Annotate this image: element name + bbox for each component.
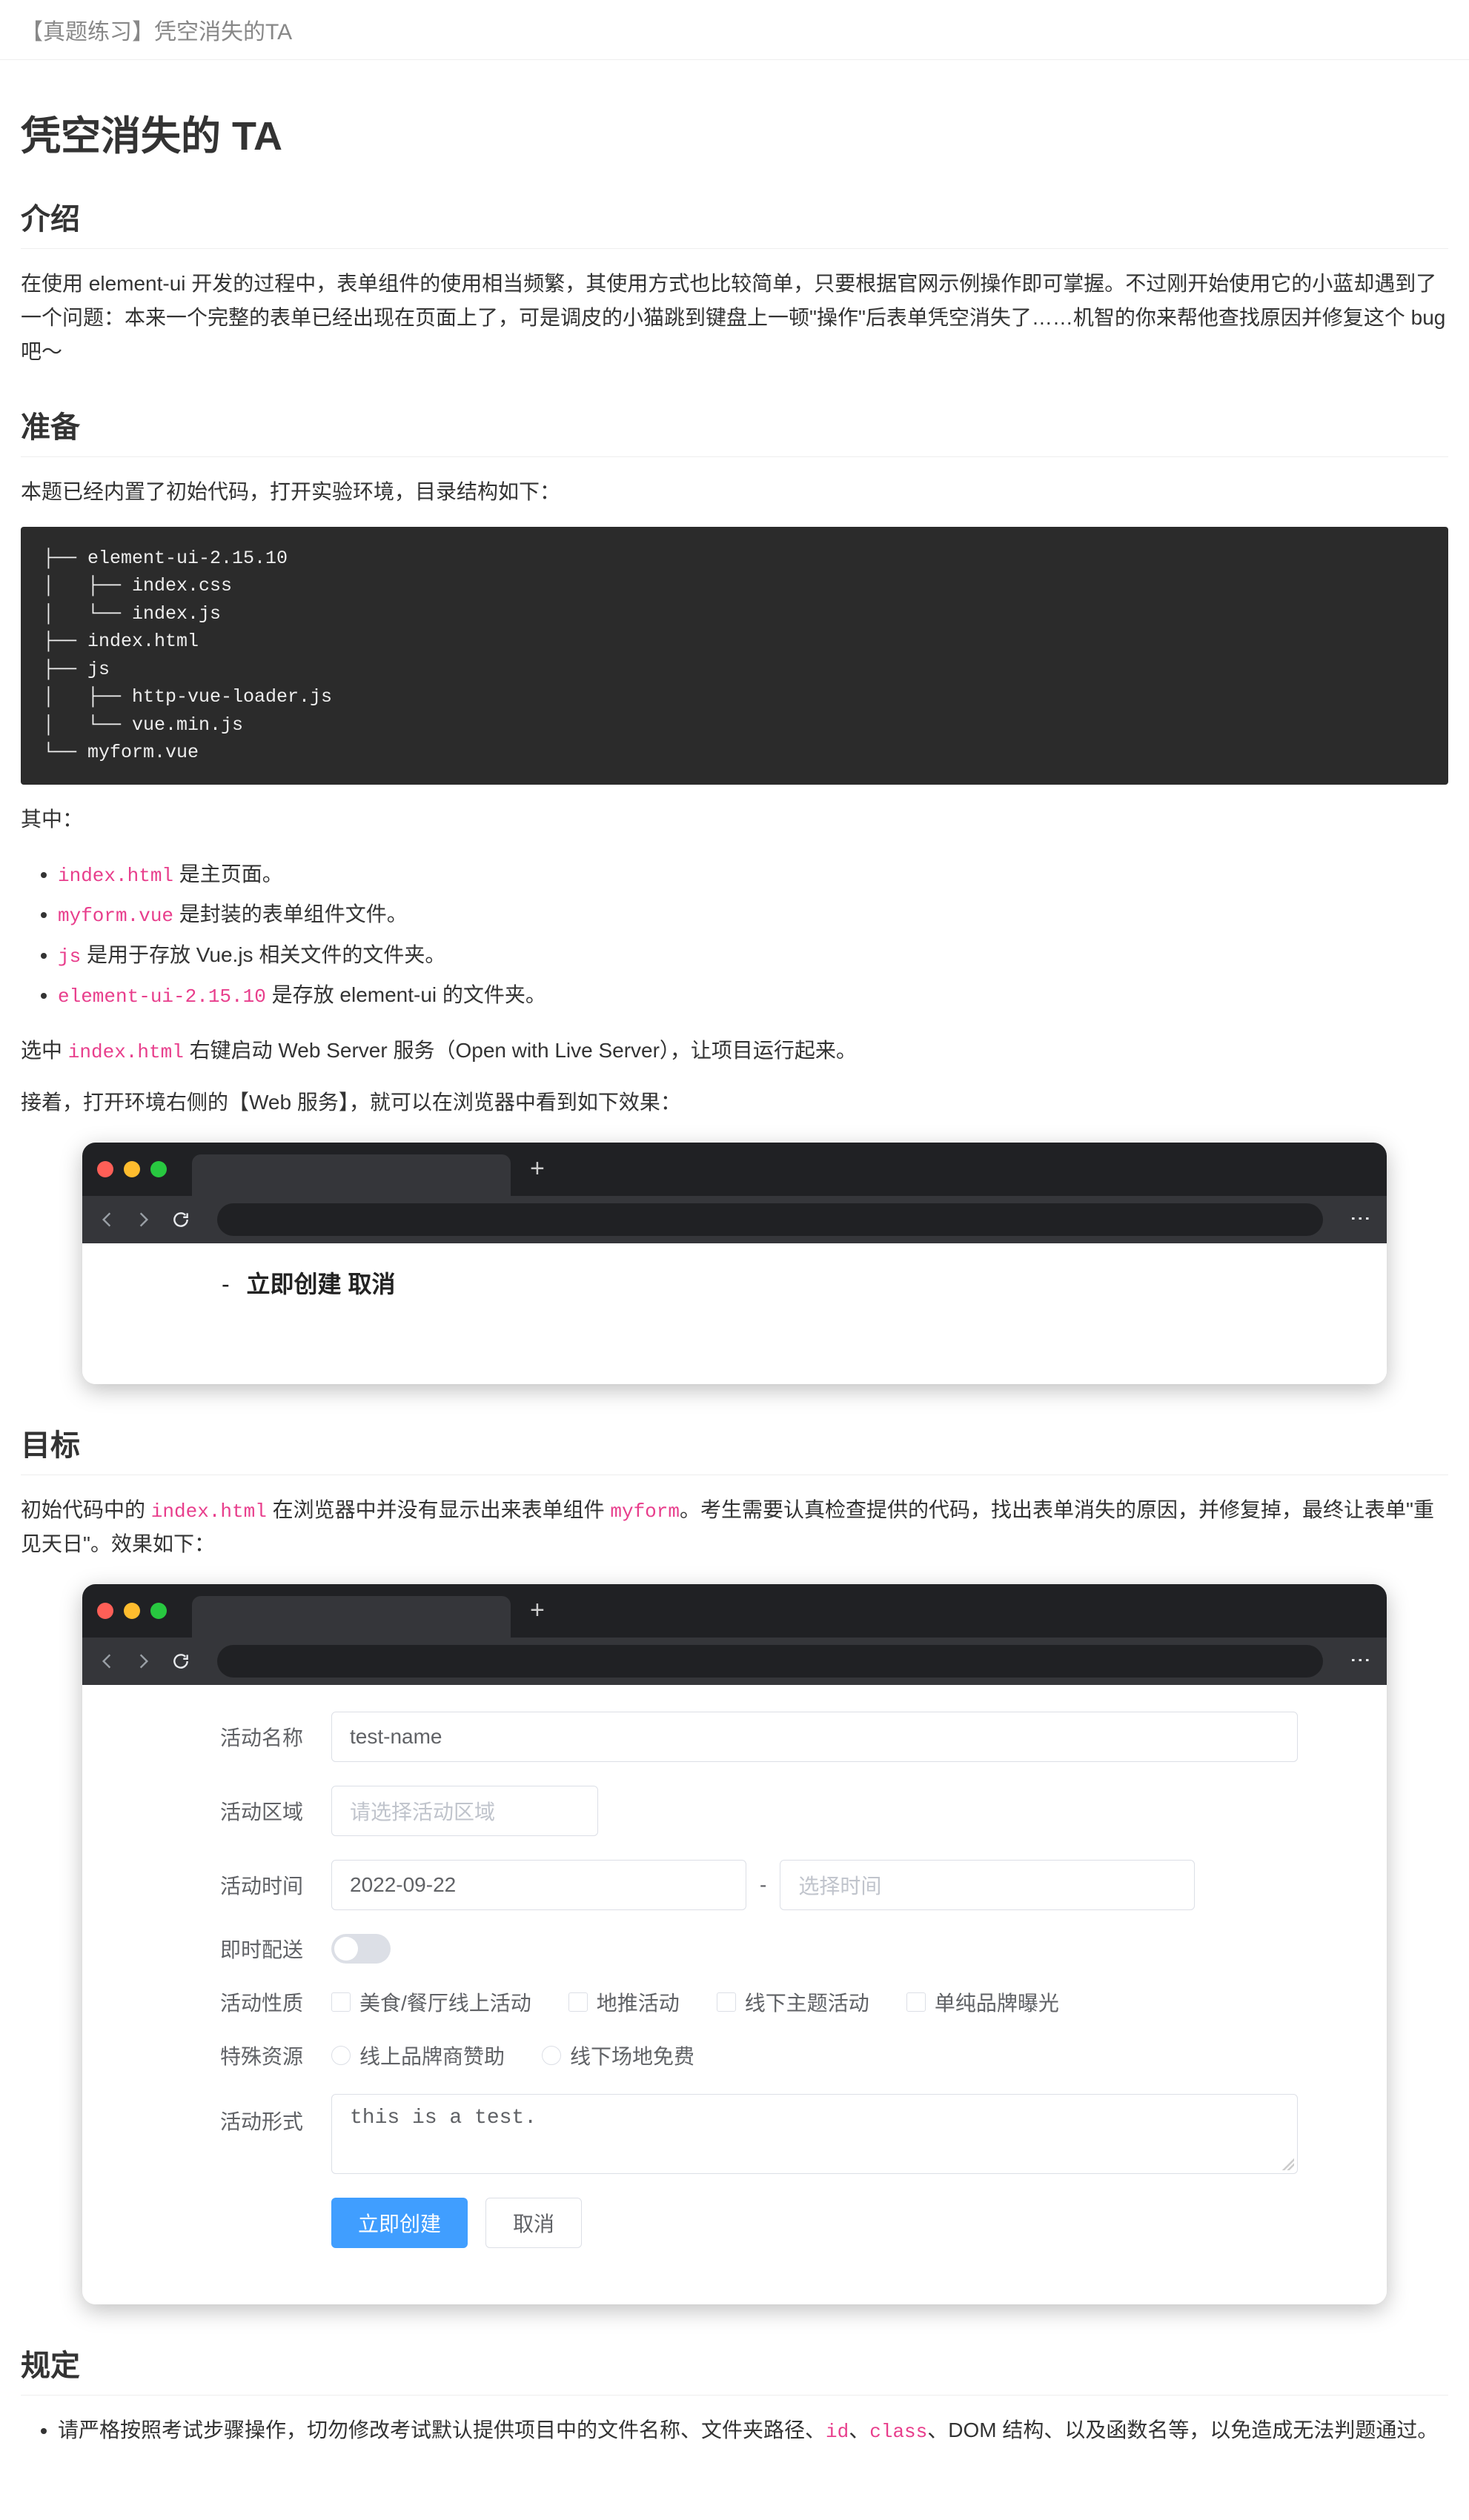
back-icon bbox=[97, 1210, 116, 1229]
section-prep-heading: 准备 bbox=[21, 403, 1448, 457]
form-label: 活动性质 bbox=[171, 1987, 319, 2017]
browser-urlbar: ⋮ bbox=[82, 1196, 1387, 1243]
browser-tab bbox=[192, 1596, 511, 1638]
code-filename: myform.vue bbox=[58, 905, 173, 927]
kebab-menu-icon: ⋮ bbox=[1349, 1650, 1373, 1672]
checkbox-icon bbox=[331, 1992, 351, 2012]
file-desc-list: index.html 是主页面。 myform.vue 是封装的表单组件文件。 … bbox=[58, 854, 1448, 1016]
close-window-icon bbox=[97, 1603, 113, 1619]
maximize-window-icon bbox=[150, 1161, 167, 1177]
desc-textarea[interactable]: this is a test. bbox=[331, 2094, 1298, 2174]
checkbox-item[interactable]: 地推活动 bbox=[568, 1987, 680, 2017]
date-picker-end[interactable]: 选择时间 bbox=[780, 1860, 1195, 1910]
delivery-switch[interactable] bbox=[331, 1934, 391, 1964]
forward-icon bbox=[134, 1652, 153, 1671]
radio-item[interactable]: 线下场地免费 bbox=[542, 2041, 694, 2070]
checkbox-item[interactable]: 线下主题活动 bbox=[717, 1987, 869, 2017]
form-label: 活动时间 bbox=[171, 1870, 319, 1900]
list-item: 请严格按照考试步骤操作，切勿修改考试默认提供项目中的文件名称、文件夹路径、id、… bbox=[58, 2410, 1448, 2450]
code-token: id bbox=[826, 2421, 849, 2443]
form-label: 活动名称 bbox=[171, 1722, 319, 1752]
form-label: 特殊资源 bbox=[171, 2041, 319, 2070]
browser-tabbar: + bbox=[82, 1584, 1387, 1638]
code-filename: myform bbox=[610, 1500, 680, 1523]
preview-instructions: 接着，打开环境右侧的【Web 服务】，就可以在浏览器中看到如下效果： bbox=[21, 1086, 1448, 1120]
cancel-button[interactable]: 取消 bbox=[485, 2198, 582, 2248]
code-filename: index.html bbox=[58, 865, 173, 887]
browser-urlbar: ⋮ bbox=[82, 1638, 1387, 1685]
list-item: js 是用于存放 Vue.js 相关文件的文件夹。 bbox=[58, 935, 1448, 975]
forward-icon bbox=[134, 1210, 153, 1229]
page-breadcrumb: 【真题练习】凭空消失的TA bbox=[0, 0, 1469, 60]
browser-screenshot-fixed: + ⋮ 活动名称 test-name 活动区域 请选择活动区域 bbox=[82, 1584, 1387, 2304]
checkbox-icon bbox=[906, 1992, 926, 2012]
window-controls bbox=[97, 1161, 167, 1177]
region-select[interactable]: 请选择活动区域 bbox=[331, 1786, 598, 1836]
broken-output: - 立即创建 取消 bbox=[100, 1261, 1369, 1366]
code-filename: element-ui-2.15.10 bbox=[58, 985, 266, 1008]
browser-viewport: 活动名称 test-name 活动区域 请选择活动区域 活动时间 2022-09… bbox=[82, 1685, 1387, 2304]
date-picker-start[interactable]: 2022-09-22 bbox=[331, 1860, 746, 1910]
run-instructions: 选中 index.html 右键启动 Web Server 服务（Open wi… bbox=[21, 1034, 1448, 1068]
form-row-time: 活动时间 2022-09-22 - 选择时间 bbox=[171, 1848, 1298, 1922]
directory-tree-codeblock: ├── element-ui-2.15.10 │ ├── index.css │… bbox=[21, 527, 1448, 785]
new-tab-icon: + bbox=[530, 1154, 545, 1183]
minimize-window-icon bbox=[124, 1603, 140, 1619]
reload-icon bbox=[171, 1210, 190, 1229]
form-label: 活动区域 bbox=[171, 1796, 319, 1826]
kebab-menu-icon: ⋮ bbox=[1349, 1209, 1373, 1231]
target-text: 初始代码中的 index.html 在浏览器中并没有显示出来表单组件 myfor… bbox=[21, 1493, 1448, 1562]
reload-icon bbox=[171, 1652, 190, 1671]
maximize-window-icon bbox=[150, 1603, 167, 1619]
browser-screenshot-broken: + ⋮ - 立即创建 取消 bbox=[82, 1143, 1387, 1384]
checkbox-icon bbox=[568, 1992, 588, 2012]
rules-list: 请严格按照考试步骤操作，切勿修改考试默认提供项目中的文件名称、文件夹路径、id、… bbox=[58, 2410, 1448, 2450]
intro-text: 在使用 element-ui 开发的过程中，表单组件的使用相当频繁，其使用方式也… bbox=[21, 267, 1448, 370]
form-row-name: 活动名称 test-name bbox=[171, 1700, 1298, 1774]
code-token: class bbox=[869, 2421, 927, 2443]
date-separator: - bbox=[760, 1873, 766, 1897]
code-filename: index.html bbox=[68, 1041, 184, 1063]
checkbox-icon bbox=[717, 1992, 736, 2012]
form-label: 活动形式 bbox=[171, 2094, 319, 2135]
code-filename: index.html bbox=[151, 1500, 267, 1523]
resize-handle-icon bbox=[1282, 2158, 1294, 2170]
checkbox-item[interactable]: 美食/餐厅线上活动 bbox=[331, 1987, 531, 2017]
section-rules-heading: 规定 bbox=[21, 2341, 1448, 2396]
close-window-icon bbox=[97, 1161, 113, 1177]
list-item: element-ui-2.15.10 是存放 element-ui 的文件夹。 bbox=[58, 975, 1448, 1015]
browser-viewport: - 立即创建 取消 bbox=[82, 1243, 1387, 1384]
new-tab-icon: + bbox=[530, 1596, 545, 1625]
form-row-region: 活动区域 请选择活动区域 bbox=[171, 1774, 1298, 1848]
form-label: 即时配送 bbox=[171, 1934, 319, 1964]
minimize-window-icon bbox=[124, 1161, 140, 1177]
prep-text: 本题已经内置了初始代码，打开实验环境，目录结构如下： bbox=[21, 475, 1448, 509]
back-icon bbox=[97, 1652, 116, 1671]
radio-icon bbox=[331, 2046, 351, 2065]
form-row-resource: 特殊资源 线上品牌商赞助 线下场地免费 bbox=[171, 2029, 1298, 2082]
url-input bbox=[217, 1203, 1323, 1236]
section-target-heading: 目标 bbox=[21, 1421, 1448, 1475]
section-intro-heading: 介绍 bbox=[21, 195, 1448, 249]
form-row-desc: 活动形式 this is a test. bbox=[171, 2082, 1298, 2186]
submit-button[interactable]: 立即创建 bbox=[331, 2198, 468, 2248]
browser-tabbar: + bbox=[82, 1143, 1387, 1196]
code-filename: js bbox=[58, 945, 81, 968]
form-row-buttons: 立即创建 取消 bbox=[171, 2186, 1298, 2260]
checkbox-item[interactable]: 单纯品牌曝光 bbox=[906, 1987, 1059, 2017]
page-title: 凭空消失的 TA bbox=[21, 103, 1448, 162]
file-desc-lead: 其中： bbox=[21, 802, 1448, 837]
browser-tab bbox=[192, 1154, 511, 1196]
radio-icon bbox=[542, 2046, 561, 2065]
name-input[interactable]: test-name bbox=[331, 1712, 1298, 1762]
form-row-type: 活动性质 美食/餐厅线上活动 地推活动 线下主题活动 单纯品牌曝光 bbox=[171, 1975, 1298, 2029]
window-controls bbox=[97, 1603, 167, 1619]
form-row-delivery: 即时配送 bbox=[171, 1922, 1298, 1975]
radio-item[interactable]: 线上品牌商赞助 bbox=[331, 2041, 505, 2070]
url-input bbox=[217, 1645, 1323, 1678]
list-item: index.html 是主页面。 bbox=[58, 854, 1448, 894]
list-item: myform.vue 是封装的表单组件文件。 bbox=[58, 894, 1448, 934]
